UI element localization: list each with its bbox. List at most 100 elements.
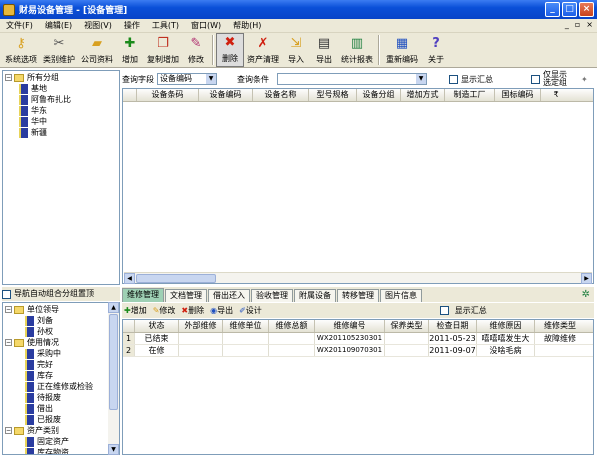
detail-delete-button[interactable]: ✖删除 [181, 305, 204, 316]
scroll-left-icon[interactable]: ◀ [124, 273, 135, 284]
menu-window[interactable]: 窗口(W) [185, 20, 227, 31]
nav-section[interactable]: − 单位领导 [3, 304, 119, 315]
tab-lend-return[interactable]: 借出还入 [208, 289, 250, 302]
edit-button[interactable]: ✎ 修改 [182, 33, 210, 67]
col-header[interactable]: 检查日期 [429, 320, 477, 332]
horizontal-scrollbar[interactable]: ◀ ▶ [124, 272, 592, 284]
tree-item[interactable]: 基地 [3, 83, 119, 94]
close-button[interactable]: × [579, 2, 594, 17]
scroll-thumb[interactable] [136, 274, 216, 283]
detail-export-button[interactable]: ◉导出 [210, 305, 233, 316]
scroll-up-icon[interactable]: ▲ [108, 302, 119, 313]
company-info-button[interactable]: ▰ 公司资料 [78, 33, 116, 67]
category-maintain-button[interactable]: ✂ 类别维护 [40, 33, 78, 67]
tree-item[interactable]: 阿鲁布扎比 [3, 94, 119, 105]
table-row[interactable]: 1 已结束 WX201105230301 2011-05-23 嘻嘻嘻发生大 故… [123, 333, 593, 345]
col-header[interactable]: 设备条码 [137, 89, 199, 101]
col-header[interactable]: 设备编码 [199, 89, 253, 101]
detail-design-button[interactable]: ✐设计 [239, 305, 262, 316]
scroll-down-icon[interactable]: ▼ [108, 444, 119, 455]
detail-add-button[interactable]: ✚增加 [124, 305, 147, 316]
mdi-minimize-icon[interactable]: _ [565, 20, 569, 29]
col-header[interactable]: 制造工厂 [445, 89, 495, 101]
nav-item[interactable]: 库存 [3, 370, 119, 381]
nav-item[interactable]: 借出 [3, 403, 119, 414]
query-field-select[interactable]: 设备编码 ▼ [157, 73, 217, 85]
detail-summary-checkbox[interactable] [439, 306, 449, 315]
menu-tools[interactable]: 工具(T) [146, 20, 185, 31]
col-header[interactable]: ₹ [541, 89, 571, 101]
stats-report-button[interactable]: ▥ 统计报表 [338, 33, 376, 67]
menu-file[interactable]: 文件(F) [0, 20, 39, 31]
tree-item[interactable]: 新疆 [3, 127, 119, 138]
table-row[interactable]: 2 在修 WX201109070301 2011-09-07 没啥毛病 [123, 345, 593, 357]
tab-repair[interactable]: 维修管理 [122, 288, 164, 302]
menu-view[interactable]: 视图(V) [78, 20, 118, 31]
nav-item[interactable]: 待报废 [3, 392, 119, 403]
only-selected-checkbox[interactable] [531, 74, 540, 84]
delete-button[interactable]: ✖ 删除 [216, 33, 244, 67]
about-button[interactable]: ? 关于 [422, 33, 450, 67]
query-cond-select[interactable]: ▼ [277, 73, 427, 85]
col-header[interactable]: 维修总额 [269, 320, 315, 332]
col-header[interactable]: 增加方式 [401, 89, 445, 101]
export-button[interactable]: ▤ 导出 [310, 33, 338, 67]
col-header[interactable]: 状态 [135, 320, 179, 332]
nav-item[interactable]: 库存物资 [3, 447, 119, 454]
tree-item[interactable]: 华中 [3, 116, 119, 127]
col-header[interactable]: 国标编码 [495, 89, 541, 101]
import-button[interactable]: ⇲ 导入 [282, 33, 310, 67]
detail-edit-button[interactable]: ✎修改 [153, 305, 176, 316]
tree-item[interactable]: 华东 [3, 105, 119, 116]
group-tree[interactable]: − 所有分组 基地 阿鲁布扎比 华东 华中 新疆 [2, 70, 120, 285]
mdi-close-icon[interactable]: × [586, 20, 593, 29]
show-summary-checkbox[interactable] [449, 74, 458, 84]
collapse-icon[interactable]: − [5, 427, 12, 434]
tab-documents[interactable]: 文档管理 [165, 289, 207, 302]
col-header[interactable]: 维修编号 [315, 320, 385, 332]
maximize-button[interactable]: □ [562, 2, 577, 17]
nav-item[interactable]: 已报废 [3, 414, 119, 425]
collapse-icon[interactable]: − [5, 306, 12, 313]
nav-section[interactable]: − 资产类别 [3, 425, 119, 436]
menu-help[interactable]: 帮助(H) [227, 20, 267, 31]
nav-item[interactable]: 刘备 [3, 315, 119, 326]
scroll-thumb[interactable] [109, 314, 118, 410]
nav-autocombine-checkbox[interactable] [2, 289, 11, 299]
vertical-scrollbar[interactable]: ▲ ▼ [108, 302, 119, 455]
equipment-grid[interactable]: 设备条码 设备编码 设备名称 型号规格 设备分组 增加方式 制造工厂 国标编码 … [122, 88, 594, 284]
tab-acceptance[interactable]: 验收管理 [251, 289, 293, 302]
col-header[interactable]: 设备分组 [357, 89, 401, 101]
nav-item[interactable]: 完好 [3, 359, 119, 370]
col-header[interactable]: 维修原因 [477, 320, 535, 332]
nav-section[interactable]: − 使用情况 [3, 337, 119, 348]
col-header[interactable]: 型号规格 [309, 89, 357, 101]
tab-accessories[interactable]: 附属设备 [294, 289, 336, 302]
recode-button[interactable]: ▦ 重新编码 [382, 33, 422, 67]
mdi-restore-icon[interactable]: ▫ [575, 20, 580, 29]
system-options-button[interactable]: ⚷ 系统选项 [2, 33, 40, 67]
nav-item[interactable]: 固定资产 [3, 436, 119, 447]
collapse-icon[interactable]: − [5, 339, 12, 346]
col-header[interactable]: 外部维修 [179, 320, 223, 332]
menu-operate[interactable]: 操作 [118, 20, 146, 31]
nav-tree[interactable]: − 单位领导 刘备 孙权 − 使用情况 采购中 完好 库存 正在维修或检验 待报废 … [2, 302, 120, 455]
pin-icon[interactable]: ✦ [581, 75, 588, 84]
collapse-icon[interactable]: − [5, 74, 12, 81]
tree-root[interactable]: − 所有分组 [3, 72, 119, 83]
col-header[interactable]: 维修单位 [223, 320, 269, 332]
tab-pictures[interactable]: 图片信息 [380, 289, 422, 302]
nav-item[interactable]: 采购中 [3, 348, 119, 359]
col-header[interactable]: 设备名称 [253, 89, 309, 101]
chevron-down-icon[interactable]: ▼ [416, 74, 426, 84]
tab-transfer[interactable]: 转移管理 [337, 289, 379, 302]
col-header[interactable]: 保养类型 [385, 320, 429, 332]
repair-grid[interactable]: 状态 外部维修 维修单位 维修总额 维修编号 保养类型 检查日期 维修原因 维修… [122, 319, 594, 455]
settings-icon[interactable]: ✲ [582, 289, 590, 300]
col-header[interactable]: 维修类型 [535, 320, 585, 332]
asset-clear-button[interactable]: ✗ 资产清理 [244, 33, 282, 67]
copy-add-button[interactable]: ❐ 复制增加 [144, 33, 182, 67]
add-button[interactable]: ✚ 增加 [116, 33, 144, 67]
scroll-right-icon[interactable]: ▶ [581, 273, 592, 284]
chevron-down-icon[interactable]: ▼ [206, 74, 216, 84]
